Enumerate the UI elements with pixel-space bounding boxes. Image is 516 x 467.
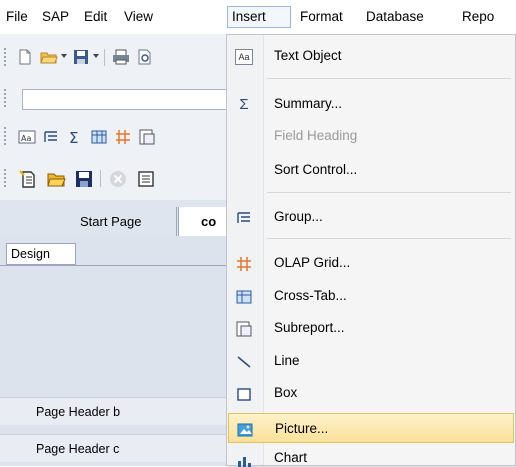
field-explorer-icon[interactable] [136, 169, 156, 189]
tab-underline [0, 265, 232, 266]
dropdown-arrow-icon[interactable] [60, 52, 68, 60]
summary-sigma-icon: Σ [239, 96, 249, 113]
open-report-icon[interactable] [46, 169, 66, 189]
new-report-icon[interactable] [18, 169, 38, 189]
print-icon[interactable] [112, 48, 130, 66]
subreport-icon [236, 321, 252, 337]
menu-file[interactable]: File [2, 6, 32, 28]
section-page-header-c[interactable]: Page Header c [0, 434, 232, 462]
cross-tab-icon[interactable] [90, 128, 108, 146]
address-input[interactable] [22, 89, 234, 110]
menu-item-label: Chart [274, 450, 308, 465]
menu-bar: File SAP Edit View Insert Format Databas… [0, 0, 516, 35]
menu-database[interactable]: Database [362, 6, 428, 28]
cross-tab-icon [236, 290, 252, 304]
new-document-icon[interactable] [16, 48, 34, 66]
menu-item-picture[interactable]: Picture... [228, 413, 514, 443]
menu-item-chart[interactable]: Chart [228, 445, 514, 467]
menu-item-text-object[interactable]: Aa Text Object [228, 41, 514, 71]
svg-text:Aa: Aa [21, 134, 31, 143]
menu-insert[interactable]: Insert [227, 6, 291, 28]
tab-start-page-label: Start Page [80, 214, 142, 229]
menu-item-label: Summary... [274, 96, 343, 111]
box-icon [237, 388, 251, 401]
insert-toolbar: Aa Σ [0, 117, 232, 157]
save-icon[interactable] [72, 48, 90, 66]
tab-report[interactable]: co [178, 207, 233, 236]
expert-toolbar [0, 157, 232, 200]
menu-item-label: OLAP Grid... [274, 255, 351, 270]
picture-icon [237, 423, 253, 437]
toolbar-grip[interactable] [4, 169, 9, 187]
menu-item-label: Picture... [275, 421, 329, 436]
menu-item-summary[interactable]: Σ Summary... [228, 89, 514, 119]
menu-item-field-heading: Field Heading [228, 121, 514, 151]
stop-icon[interactable] [108, 169, 128, 189]
tab-start-page[interactable]: Start Page [60, 207, 177, 236]
menu-separator [267, 238, 511, 239]
design-panel: Design Page Header b Page Header c [0, 236, 232, 466]
summary-sigma-icon[interactable]: Σ [66, 128, 84, 146]
menu-format[interactable]: Format [296, 6, 347, 28]
menu-item-label: Box [274, 385, 298, 400]
menu-view[interactable]: View [120, 6, 157, 28]
menu-separator [267, 192, 511, 193]
menu-sap[interactable]: SAP [38, 6, 73, 28]
menu-item-label: Cross-Tab... [274, 288, 347, 303]
section-page-header-b[interactable]: Page Header b [0, 397, 232, 425]
dropdown-arrow-icon[interactable] [92, 52, 100, 60]
chart-icon [238, 457, 251, 467]
menu-item-label: Field Heading [274, 128, 358, 143]
print-preview-icon[interactable] [136, 48, 154, 66]
menu-item-label: Sort Control... [274, 162, 358, 177]
address-toolbar [0, 83, 234, 117]
menu-item-box[interactable]: Box [228, 378, 514, 408]
tab-design[interactable]: Design [6, 243, 76, 265]
menu-item-sort-control[interactable]: Sort Control... [228, 155, 514, 185]
standard-toolbar [0, 34, 232, 83]
insert-dropdown-menu: Aa Text Object Σ Summary... Field Headin… [226, 34, 516, 467]
menu-item-label: Text Object [274, 48, 342, 63]
tab-report-label: co [201, 214, 217, 229]
menu-item-label: Subreport... [274, 320, 345, 335]
toolbar-separator [100, 170, 101, 187]
toolbar-grip[interactable] [4, 89, 9, 107]
olap-grid-icon [237, 257, 251, 271]
menu-item-cross-tab[interactable]: Cross-Tab... [228, 281, 514, 311]
line-icon [237, 356, 251, 368]
menu-separator [267, 78, 511, 79]
menu-item-subreport[interactable]: Subreport... [228, 313, 514, 343]
document-tab-strip: Start Page co [0, 200, 233, 236]
menu-edit[interactable]: Edit [80, 6, 111, 28]
menu-report[interactable]: Repo [458, 6, 498, 28]
menu-item-line[interactable]: Line [228, 346, 514, 376]
toolbar-grip[interactable] [4, 48, 9, 66]
toolbar-separator [104, 49, 105, 66]
toolbar-grip[interactable] [4, 127, 9, 145]
group-icon[interactable] [42, 128, 60, 146]
menu-item-label: Line [274, 353, 300, 368]
subreport-icon[interactable] [138, 128, 156, 146]
text-object-icon[interactable]: Aa [18, 128, 36, 146]
menu-item-group[interactable]: Group... [228, 202, 514, 232]
group-icon [237, 212, 250, 223]
olap-grid-icon[interactable] [114, 128, 132, 146]
text-object-icon: Aa [235, 49, 253, 65]
svg-text:Σ: Σ [69, 129, 78, 146]
save-report-icon[interactable] [74, 169, 94, 189]
menu-item-label: Group... [274, 209, 323, 224]
menu-item-olap-grid[interactable]: OLAP Grid... [228, 248, 514, 278]
open-folder-icon[interactable] [40, 48, 58, 66]
